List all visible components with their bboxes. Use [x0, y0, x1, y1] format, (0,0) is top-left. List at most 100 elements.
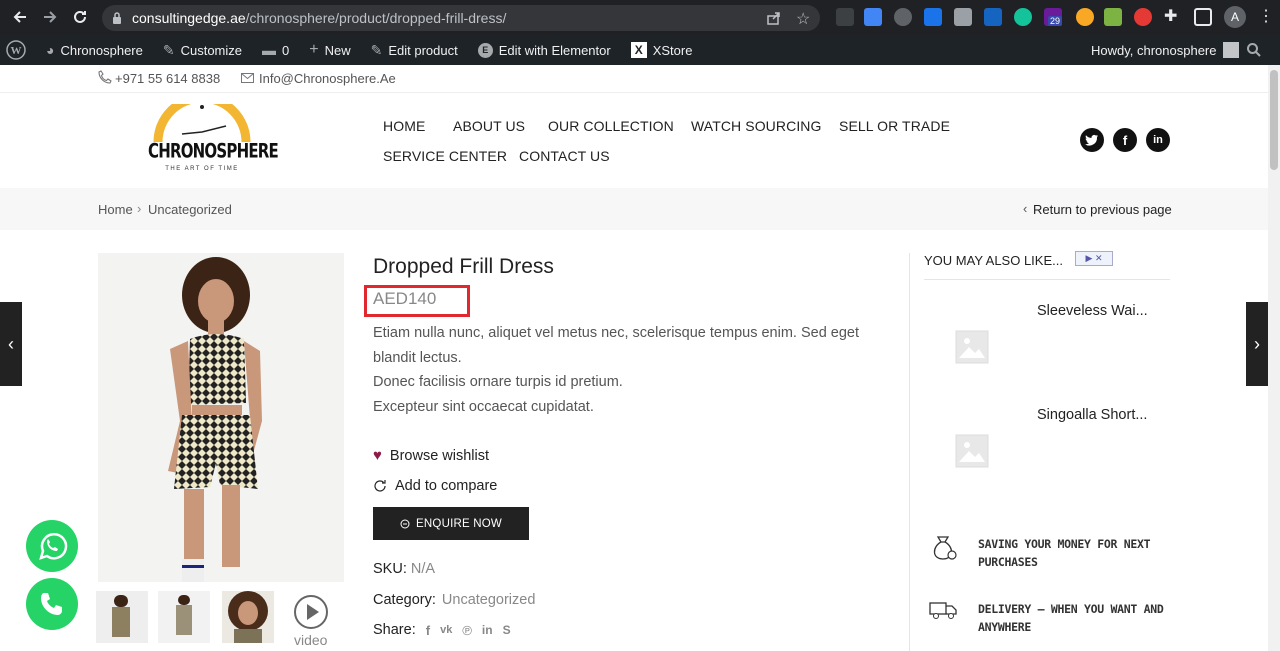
- related-products-title: YOU MAY ALSO LIKE...: [924, 253, 1063, 268]
- email-address[interactable]: Info@Chronosphere.Ae: [259, 71, 396, 86]
- menu-collection[interactable]: OUR COLLECTION: [548, 118, 674, 134]
- breadcrumb-home[interactable]: Home: [98, 202, 133, 217]
- admin-account-link[interactable]: Howdy, chronosphere: [1081, 35, 1249, 65]
- scrollbar-thumb[interactable]: [1270, 70, 1278, 170]
- dashboard-icon: ◕: [46, 42, 55, 58]
- product-price: AED140: [373, 289, 437, 308]
- next-product-arrow[interactable]: ›: [1246, 302, 1268, 386]
- sku-label: SKU:: [373, 561, 407, 577]
- feature-saving-line1: SAVING YOUR MONEY FOR NEXT: [978, 537, 1151, 551]
- feature-delivery-line2: ANYWHERE: [978, 620, 1031, 634]
- browser-menu-icon[interactable]: ⋮: [1258, 9, 1274, 25]
- address-bar[interactable]: consultingedge.ae/chronosphere/product/d…: [102, 5, 820, 31]
- plus-icon: +: [309, 41, 319, 58]
- menu-home[interactable]: HOME: [383, 118, 425, 134]
- menu-contact[interactable]: CONTACT US: [519, 148, 610, 164]
- ad-choices-icon[interactable]: ▶ ✕: [1075, 251, 1113, 266]
- whatsapp-button[interactable]: [26, 520, 78, 572]
- breadcrumb-separator: ›: [137, 201, 142, 216]
- prev-product-arrow[interactable]: ‹: [0, 302, 22, 386]
- product-category: Category: Uncategorized: [373, 592, 535, 608]
- sku-value: N/A: [410, 561, 436, 577]
- extension-s-icon[interactable]: [984, 8, 1002, 26]
- related-product-1-name[interactable]: Sleeveless Wai...: [1037, 303, 1148, 319]
- admin-search-icon[interactable]: [1246, 42, 1262, 58]
- share-facebook-icon[interactable]: f: [426, 623, 430, 638]
- extension-brush-icon[interactable]: [1104, 8, 1122, 26]
- share-icon[interactable]: [766, 10, 782, 26]
- delivery-truck-icon: [928, 598, 958, 622]
- share-label: Share:: [373, 622, 416, 638]
- thumbnail-3[interactable]: [222, 591, 274, 643]
- admin-new-link[interactable]: + New: [299, 35, 360, 65]
- admin-customize-link[interactable]: ✎ Customize: [153, 35, 252, 65]
- bookmark-star-icon[interactable]: ☆: [796, 9, 810, 29]
- url-host: consultingedge.ae: [132, 10, 246, 26]
- extension-color-icon[interactable]: [1134, 8, 1152, 26]
- extension-globe-icon[interactable]: [894, 8, 912, 26]
- admin-site-label: Chronosphere: [60, 42, 143, 58]
- back-arrow-icon[interactable]: [6, 3, 34, 31]
- related-product-2[interactable]: Singoalla Short...: [924, 404, 1170, 494]
- placeholder-image-icon: [955, 434, 989, 468]
- extension-camera-icon[interactable]: [954, 8, 972, 26]
- admin-comments-link[interactable]: ▬ 0: [252, 35, 299, 65]
- admin-xstore-link[interactable]: X XStore: [621, 35, 703, 65]
- elementor-icon: E: [477, 42, 493, 58]
- related-product-2-name[interactable]: Singoalla Short...: [1037, 407, 1147, 423]
- enquire-now-button[interactable]: ENQUIRE NOW: [373, 507, 529, 540]
- product-main-image[interactable]: [98, 253, 344, 582]
- extension-recycle-icon[interactable]: [836, 8, 854, 26]
- admin-xstore-label: XStore: [652, 42, 693, 58]
- facebook-icon[interactable]: f: [1113, 128, 1137, 152]
- extension-badge-icon[interactable]: 29: [1044, 8, 1063, 26]
- wp-admin-bar: W ◕ Chronosphere ✎ Customize ▬ 0 + New ✎ Edit…: [0, 35, 1280, 65]
- admin-edit-product-link[interactable]: ✎ Edit product: [361, 35, 468, 65]
- side-panel-icon[interactable]: [1194, 8, 1212, 26]
- description-line: Etiam nulla nunc, aliquet vel metus nec,…: [373, 325, 860, 341]
- thumbnail-2[interactable]: [158, 591, 210, 643]
- linkedin-icon[interactable]: in: [1146, 128, 1170, 152]
- extension-grammarly-icon[interactable]: [1014, 8, 1032, 26]
- share-vk-icon[interactable]: vk: [440, 624, 452, 636]
- phone-icon: [98, 70, 112, 84]
- breadcrumb-current: Uncategorized: [148, 202, 232, 217]
- site-logo[interactable]: CHRONOSPHERE THE ART OF TIME: [148, 104, 279, 178]
- add-to-compare-link[interactable]: Add to compare: [373, 478, 497, 494]
- thumbnail-1[interactable]: [96, 591, 148, 643]
- share-skype-icon[interactable]: S: [503, 623, 511, 637]
- enquire-now-label: ENQUIRE NOW: [416, 517, 502, 530]
- menu-sell-trade[interactable]: SELL OR TRADE: [839, 118, 950, 134]
- logo-tagline: THE ART OF TIME: [165, 166, 239, 172]
- phone-number[interactable]: +971 55 614 8838: [115, 71, 220, 86]
- browse-wishlist-link[interactable]: ♥ Browse wishlist: [373, 447, 489, 464]
- menu-watch-sourcing[interactable]: WATCH SOURCING: [691, 118, 822, 134]
- menu-about[interactable]: ABOUT US: [453, 118, 525, 134]
- product-title: Dropped Frill Dress: [373, 255, 554, 278]
- admin-howdy-label: Howdy, chronosphere: [1091, 42, 1217, 58]
- extension-leaf-icon[interactable]: [1076, 8, 1094, 26]
- xstore-icon: X: [630, 42, 647, 58]
- sidebar-title-rule: [924, 279, 1170, 280]
- profile-avatar[interactable]: A: [1224, 6, 1246, 28]
- reload-icon[interactable]: [66, 3, 94, 31]
- menu-service-center[interactable]: SERVICE CENTER: [383, 148, 507, 164]
- product-share: Share: f vk ℗ in S: [373, 622, 511, 638]
- logo-name: CHRONOSPHERE: [148, 139, 279, 163]
- return-previous-link[interactable]: Return to previous page: [1033, 202, 1172, 217]
- twitter-icon[interactable]: [1080, 128, 1104, 152]
- category-link[interactable]: Uncategorized: [442, 592, 536, 608]
- description-line: blandit lectus.: [373, 349, 462, 366]
- wp-logo-icon[interactable]: W: [0, 35, 36, 65]
- admin-site-link[interactable]: ◕ Chronosphere: [36, 35, 153, 65]
- forward-arrow-icon[interactable]: [36, 3, 64, 31]
- admin-elementor-link[interactable]: E Edit with Elementor: [468, 35, 621, 65]
- phone-call-button[interactable]: [26, 578, 78, 630]
- share-linkedin-icon[interactable]: in: [482, 623, 493, 637]
- related-product-1[interactable]: Sleeveless Wai...: [924, 300, 1170, 390]
- extension-docs-icon[interactable]: [864, 8, 882, 26]
- video-thumbnail[interactable]: video: [291, 594, 333, 651]
- extensions-puzzle-icon[interactable]: ✚: [1164, 8, 1182, 26]
- share-pinterest-icon[interactable]: ℗: [462, 623, 472, 638]
- extension-translate-icon[interactable]: [924, 8, 942, 26]
